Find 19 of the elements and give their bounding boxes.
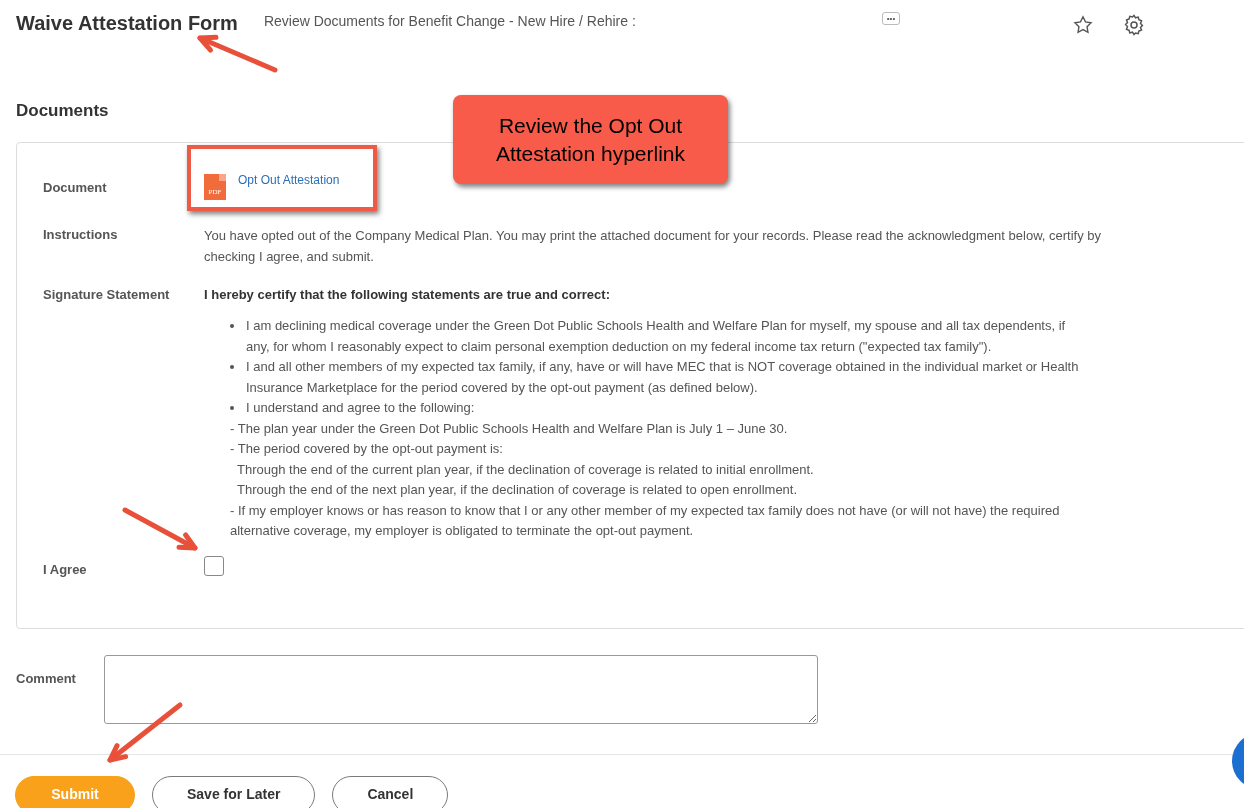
- document-link[interactable]: Opt Out Attestation: [238, 170, 340, 189]
- instructions-text: You have opted out of the Company Medical Plan. You may print the attached document for your records. Please read the acknowledgment below, certify by checking I agree, and submit.: [204, 226, 1103, 266]
- statement-item: I and all other members of my expected tax family, if any, have or will have MEC that is NOT coverage obtained in the individual market or Health Insurance Marketplace for the period covered by the opt-out payment (as defined below).: [246, 358, 1079, 397]
- statement-heading: I hereby certify that the following statements are true and correct:: [204, 285, 611, 304]
- field-label: Document: [43, 178, 108, 197]
- action-button[interactable]: Save for Later: [152, 775, 316, 808]
- page-subtitle: Review Documents for Benefit Change - New Hire / Rehire :: [263, 12, 636, 31]
- section-title: Documents: [16, 100, 109, 122]
- field-label: I Agree: [43, 560, 88, 579]
- field-label: Signature Statement: [43, 285, 171, 304]
- statement-terms: - The plan year under the Green Dot Public Schools Health and Welfare Plan is July 1 – June 30. - The period covered by the opt-out payment is: Through the end of the current plan year, if the declination of coverage is related to initial enrollment. Through the end of the next plan year, if the declination of coverage is related to open enrollment. - If my employer knows or has reason to know that I or any other member of my expected tax family does not have (or will not have) the required alternative coverage, my employer is obligated to terminate the opt-out payment.: [230, 419, 1060, 540]
- statement-item: I am declining medical coverage under the Green Dot Public Schools Health and Welfare Plan for myself, my spouse and all tax dependents, if any, for whom I reasonably expect to claim personal exemption deduction on my federal income tax return ("expected tax family").: [246, 317, 1066, 356]
- field-label: Instructions: [43, 225, 119, 244]
- page-title: Waive Attestation Form: [16, 11, 238, 36]
- action-button[interactable]: Cancel: [332, 775, 449, 808]
- callout-box: Review the Opt Out Attestation hyperlink: [453, 95, 728, 184]
- more-button[interactable]: •••: [881, 12, 901, 25]
- field-label: Comment: [16, 669, 77, 688]
- statement-item: I understand and agree to the following:: [246, 399, 476, 417]
